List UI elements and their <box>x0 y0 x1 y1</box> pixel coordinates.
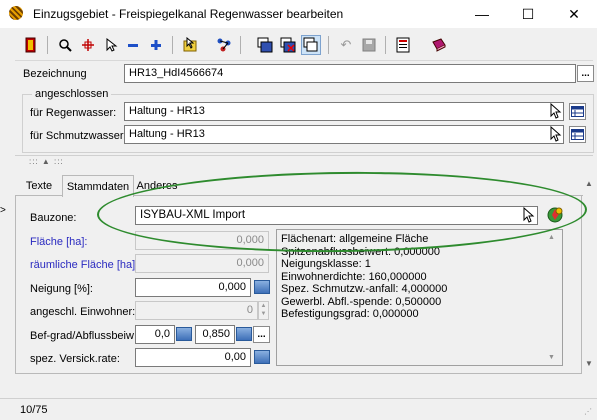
regenwasser-label: für Regenwasser: <box>30 107 117 119</box>
versick-calculator-icon[interactable] <box>254 350 270 364</box>
toolbar-separator <box>47 36 48 54</box>
bezeichnung-field[interactable]: HR13_HdI4566674 <box>124 64 576 83</box>
minimize-button[interactable]: — <box>459 0 505 28</box>
schmutzwasser-pick-icon[interactable] <box>548 125 562 145</box>
app-icon <box>9 6 23 20</box>
befgrad-field[interactable]: 0,0 <box>135 325 175 344</box>
raeumliche-flaeche-field[interactable]: 0,000 <box>135 254 269 273</box>
splitter[interactable]: ::: ▲ ::: <box>15 155 593 166</box>
save-icon[interactable] <box>359 35 379 55</box>
neigung-label: Neigung [%]: <box>30 283 93 295</box>
toolbar-separator <box>172 36 173 54</box>
book-icon[interactable] <box>429 35 449 55</box>
toolbar: ↶ <box>15 32 593 61</box>
einwohner-label: angeschl. Einwohner: <box>30 306 136 318</box>
neigung-calculator-icon[interactable] <box>254 280 270 294</box>
scroll-up-icon[interactable]: ▲ <box>585 179 593 188</box>
left-edge-marker: > <box>0 205 6 216</box>
info-scroll-down-icon[interactable]: ▼ <box>548 354 555 361</box>
einwohner-spinner[interactable]: ▲ ▼ <box>258 301 269 320</box>
befgrad-ellipsis-button[interactable]: ... <box>253 326 270 343</box>
bezeichnung-ellipsis-button[interactable]: ... <box>577 65 594 82</box>
befgrad-label: Bef-grad/Abflussbeiw: <box>30 330 137 342</box>
info-line: Befestigungsgrad: 0,000000 <box>281 308 419 320</box>
flaeche-label: Fläche [ha]: <box>30 236 88 248</box>
windows-icon[interactable] <box>255 35 275 55</box>
plus-icon[interactable] <box>146 35 166 55</box>
scroll-down-icon[interactable]: ▼ <box>585 359 593 368</box>
select-tool-icon[interactable] <box>180 35 200 55</box>
resize-grip-icon[interactable]: ⋰ <box>584 407 592 416</box>
toolbar-separator <box>240 36 241 54</box>
close-button[interactable]: ✕ <box>551 0 597 28</box>
raeumliche-flaeche-label: räumliche Fläche [ha]: <box>30 259 139 271</box>
crosshair-icon[interactable] <box>78 35 98 55</box>
splitter-grip: ::: ▲ ::: <box>29 157 64 166</box>
tab-stammdaten[interactable]: Stammdaten <box>62 175 134 197</box>
versick-label: spez. Versick.rate: <box>30 353 120 365</box>
network-icon[interactable] <box>214 35 234 55</box>
pointer-icon[interactable] <box>101 35 121 55</box>
tab-texte[interactable]: Texte <box>20 177 58 195</box>
windows-stack-icon[interactable] <box>301 35 321 55</box>
undo-icon[interactable]: ↶ <box>336 35 356 55</box>
regenwasser-field[interactable]: Haltung - HR13 <box>124 102 564 121</box>
search-icon[interactable] <box>55 35 75 55</box>
abflussbeiwert-calculator-icon[interactable] <box>236 327 252 341</box>
bezeichnung-label: Bezeichnung <box>23 68 87 80</box>
exit-door-icon[interactable] <box>21 35 41 55</box>
abflussbeiwert-field[interactable]: 0,850 <box>195 325 235 344</box>
regenwasser-table-icon[interactable] <box>569 103 586 120</box>
windows-close-icon[interactable] <box>278 35 298 55</box>
info-line: Spez. Schmutzw.-anfall: 4,000000 <box>281 283 448 295</box>
schmutzwasser-label: für Schmutzwasser: <box>30 130 127 142</box>
schmutzwasser-table-icon[interactable] <box>569 126 586 143</box>
title-bar: Einzugsgebiet - Freispiegelkanal Regenwa… <box>0 0 597 28</box>
record-counter: 10/75 <box>20 404 48 416</box>
report-icon[interactable] <box>393 35 413 55</box>
window-title: Einzugsgebiet - Freispiegelkanal Regenwa… <box>33 7 344 21</box>
toolbar-separator <box>328 36 329 54</box>
bauzone-label: Bauzone: <box>30 212 77 224</box>
versick-field[interactable]: 0,00 <box>135 348 251 367</box>
regenwasser-pick-icon[interactable] <box>548 102 562 122</box>
toolbar-separator <box>385 36 386 54</box>
einwohner-field[interactable]: 0 <box>135 301 258 320</box>
minus-icon[interactable] <box>123 35 143 55</box>
schmutzwasser-field[interactable]: Haltung - HR13 <box>124 125 564 144</box>
info-line: Neigungsklasse: 1 <box>281 258 371 270</box>
befgrad-calculator-icon[interactable] <box>176 327 192 341</box>
neigung-field[interactable]: 0,000 <box>135 278 251 297</box>
status-bar: 10/75 ⋰ <box>0 398 597 420</box>
info-scroll-up-icon[interactable]: ▲ <box>548 234 555 241</box>
maximize-button[interactable]: ☐ <box>505 0 551 28</box>
info-line: Gewerbl. Abfl.-spende: 0,500000 <box>281 295 442 308</box>
info-line: Einwohnerdichte: 160,000000 <box>281 270 427 283</box>
angeschlossen-legend: angeschlossen <box>32 88 112 100</box>
